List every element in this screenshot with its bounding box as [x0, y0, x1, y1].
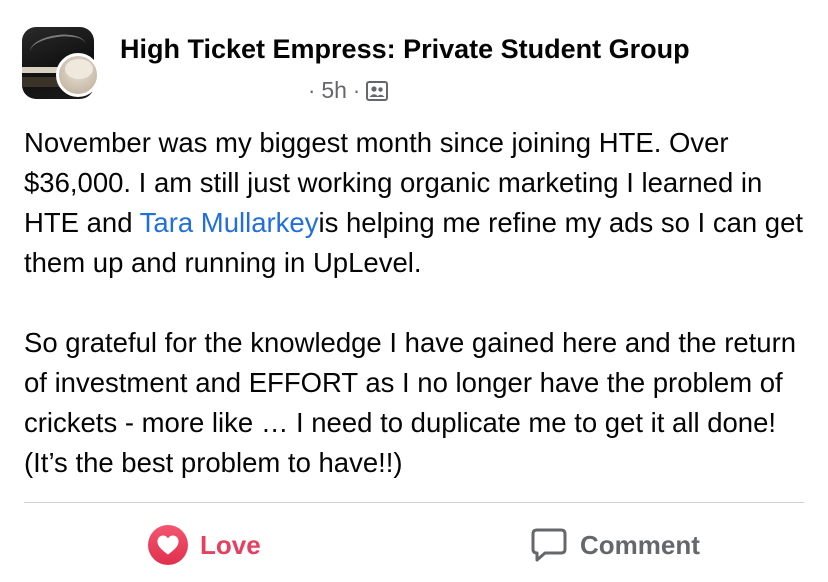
- post-body: November was my biggest month since join…: [24, 123, 814, 483]
- comment-button[interactable]: Comment: [530, 523, 700, 567]
- action-divider: [24, 502, 804, 503]
- love-button[interactable]: Love: [148, 523, 261, 567]
- mention-link[interactable]: Tara Mullarkey: [140, 207, 319, 238]
- author-avatar[interactable]: [56, 53, 100, 97]
- post-card: High Ticket Empress: Private Student Gro…: [0, 0, 828, 582]
- author-avatar-detail: [65, 59, 93, 79]
- meta-separator: ·: [352, 77, 361, 103]
- post-paragraph: So grateful for the knowledge I have gai…: [24, 327, 797, 478]
- group-avatar-stack[interactable]: [22, 27, 100, 99]
- post-meta: · 5h ·: [308, 77, 389, 104]
- group-name-link[interactable]: High Ticket Empress: Private Student Gro…: [120, 34, 690, 65]
- comment-bubble-icon: [531, 528, 567, 562]
- post-timestamp[interactable]: 5h: [321, 77, 347, 104]
- love-reaction-icon: [148, 525, 188, 565]
- group-members-icon[interactable]: [366, 80, 389, 101]
- comment-label: Comment: [580, 529, 700, 560]
- meta-separator: ·: [308, 77, 316, 103]
- love-label: Love: [200, 529, 261, 560]
- post-paragraph: November was my biggest month since join…: [24, 123, 814, 283]
